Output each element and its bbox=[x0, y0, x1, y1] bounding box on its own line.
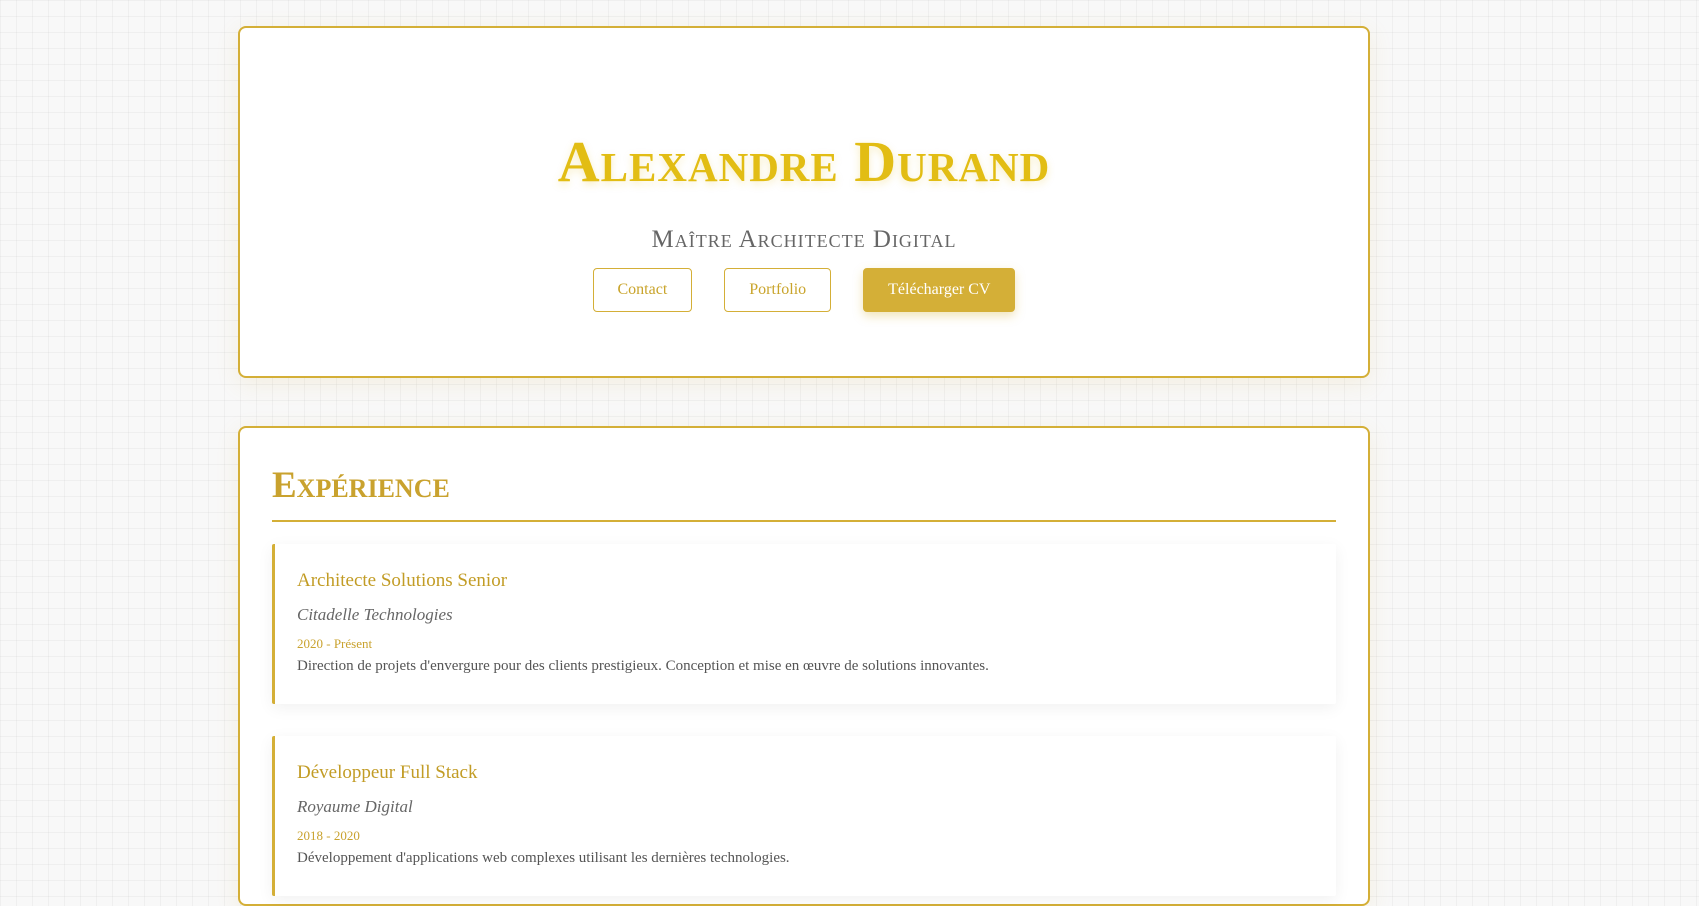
hero-card: Alexandre Durand Maître Architecte Digit… bbox=[238, 26, 1370, 378]
job-description: Direction de projets d'envergure pour de… bbox=[297, 658, 989, 674]
job-description: Développement d'applications web complex… bbox=[297, 850, 790, 866]
portfolio-button[interactable]: Portfolio bbox=[724, 268, 832, 312]
hero-name: Alexandre Durand bbox=[557, 129, 1051, 194]
experience-card: Expérience Architecte Solutions Senior C… bbox=[238, 426, 1370, 906]
job-title: Développeur Full Stack bbox=[297, 762, 478, 783]
job-title: Architecte Solutions Senior bbox=[297, 570, 508, 591]
job-company: Citadelle Technologies bbox=[297, 605, 453, 624]
download-cv-button[interactable]: Télécharger CV bbox=[863, 268, 1016, 312]
job-item: Développeur Full Stack Royaume Digital 2… bbox=[272, 736, 1336, 896]
experience-heading: Expérience bbox=[272, 465, 450, 506]
hero-title: Maître Architecte Digital bbox=[651, 226, 957, 253]
job-dates: 2018 - 2020 bbox=[297, 828, 360, 843]
job-dates: 2020 - Présent bbox=[297, 636, 373, 651]
hero-actions: Contact Portfolio Télécharger CV bbox=[240, 268, 1368, 312]
contact-button[interactable]: Contact bbox=[592, 268, 693, 312]
experience-divider bbox=[272, 520, 1336, 522]
job-item: Architecte Solutions Senior Citadelle Te… bbox=[272, 544, 1336, 704]
job-company: Royaume Digital bbox=[297, 797, 413, 816]
